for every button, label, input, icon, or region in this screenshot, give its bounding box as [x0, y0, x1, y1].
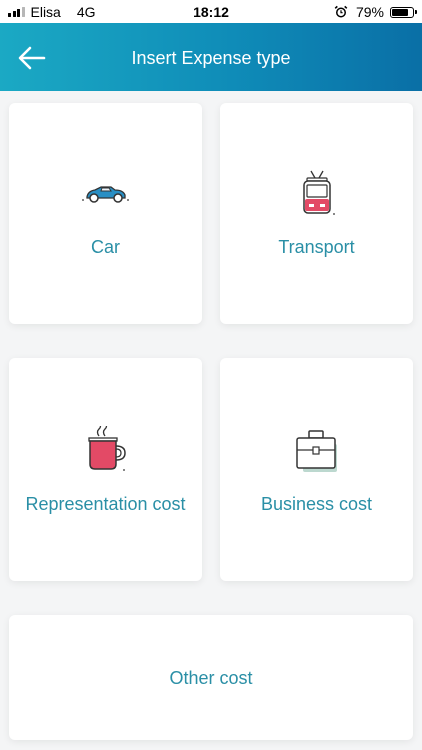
alarm-clock-icon: [334, 5, 348, 18]
briefcase-icon: [295, 430, 337, 472]
app-header: Insert Expense type: [0, 23, 422, 91]
battery-icon: [390, 6, 417, 18]
expense-type-representation-cost[interactable]: Representation cost: [9, 358, 202, 581]
status-bar-right: 79%: [334, 4, 417, 20]
car-icon: [81, 186, 129, 203]
expense-type-label: Transport: [278, 237, 355, 257]
page-title: Insert Expense type: [131, 48, 291, 68]
trolleybus-icon: [302, 170, 335, 215]
expense-type-label: Representation cost: [25, 494, 186, 514]
expense-type-label: Other cost: [169, 668, 253, 688]
expense-type-label: Car: [90, 237, 120, 257]
expense-type-label: Business cost: [260, 494, 373, 514]
expense-type-transport[interactable]: Transport: [220, 103, 413, 324]
status-bar: Elisa 4G 18:12 79%: [0, 0, 422, 23]
battery-level: [392, 8, 408, 16]
expense-type-other-cost[interactable]: Other cost: [9, 615, 413, 740]
coffee-cup-icon: [87, 426, 126, 471]
expense-type-business-cost[interactable]: Business cost: [220, 358, 413, 581]
expense-type-car[interactable]: Car: [9, 103, 202, 324]
battery-percentage: 79%: [355, 4, 384, 20]
